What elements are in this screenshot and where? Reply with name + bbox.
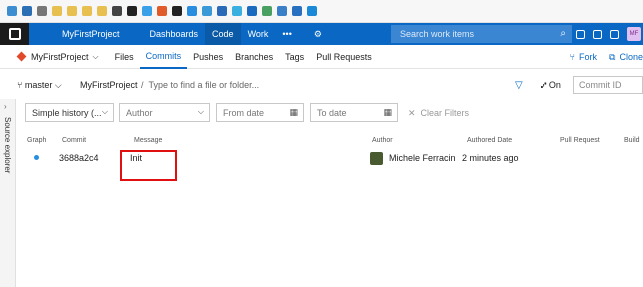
nav-work[interactable]: Work bbox=[241, 23, 276, 45]
bookmark-icon[interactable] bbox=[247, 6, 257, 16]
folder-icon[interactable] bbox=[67, 6, 77, 16]
commit-id-input[interactable]: Commit ID bbox=[573, 76, 643, 94]
path-separator: / bbox=[141, 80, 144, 90]
filter-icon[interactable]: ▽ bbox=[515, 80, 523, 91]
to-date-input[interactable]: To date ▦ bbox=[310, 103, 398, 122]
bookmark-icon[interactable] bbox=[37, 6, 47, 16]
settings-gear-icon[interactable]: ⚙ bbox=[307, 23, 329, 45]
fork-icon[interactable]: ⑂ bbox=[570, 52, 575, 62]
clear-filters-button[interactable]: ✕ Clear Filters bbox=[408, 108, 469, 119]
path-hint: Type to find a file or folder... bbox=[148, 80, 260, 90]
highlight-box bbox=[120, 150, 177, 181]
search-placeholder: Search work items bbox=[400, 29, 475, 39]
chevron-down-icon: ⌵ bbox=[101, 107, 108, 116]
col-author: Author bbox=[372, 137, 393, 144]
source-explorer-panel[interactable]: › Source explorer bbox=[0, 99, 16, 287]
bookmark-icon[interactable] bbox=[292, 6, 302, 16]
clone-button[interactable]: Clone bbox=[619, 52, 643, 62]
graph-dot-icon bbox=[34, 155, 39, 160]
chevron-down-icon: ⌵ bbox=[197, 107, 204, 116]
folder-icon[interactable] bbox=[97, 6, 107, 16]
notifications-icon[interactable] bbox=[610, 29, 619, 39]
clone-icon[interactable]: ⧉ bbox=[609, 52, 615, 63]
from-date-placeholder: From date bbox=[223, 107, 265, 118]
repo-root-link[interactable]: MyFirstProject bbox=[80, 80, 138, 90]
commit-date: 2 minutes ago bbox=[462, 153, 519, 163]
vsts-logo-icon[interactable] bbox=[0, 23, 29, 45]
github-icon[interactable] bbox=[172, 6, 182, 16]
tab-pull-requests[interactable]: Pull Requests bbox=[310, 45, 378, 69]
bookmark-icon[interactable] bbox=[232, 6, 242, 16]
bookmark-icon[interactable] bbox=[277, 6, 287, 16]
col-authored-date: Authored Date bbox=[467, 137, 513, 144]
history-mode-value: Simple history (... bbox=[32, 107, 102, 118]
windows-icon[interactable] bbox=[307, 6, 317, 16]
fork-button[interactable]: Fork bbox=[579, 52, 597, 62]
calendar-icon[interactable]: ▦ bbox=[383, 107, 392, 118]
expand-icon[interactable]: › bbox=[4, 102, 7, 111]
cloud-icon[interactable] bbox=[187, 6, 197, 16]
microsoft-icon[interactable] bbox=[157, 6, 167, 16]
to-date-placeholder: To date bbox=[317, 107, 347, 118]
graph-toggle-label: On bbox=[548, 80, 561, 90]
folder-icon[interactable] bbox=[52, 6, 62, 16]
tab-files[interactable]: Files bbox=[109, 45, 140, 69]
col-graph: Graph bbox=[27, 137, 47, 144]
commits-table-header: Graph Commit Message Author Authored Dat… bbox=[0, 137, 643, 149]
path-row: ⑂ master ⌵ MyFirstProject / Type to find… bbox=[0, 72, 643, 99]
repo-selector[interactable]: MyFirstProject bbox=[31, 52, 89, 62]
bookmark-icon[interactable] bbox=[7, 6, 17, 16]
project-name[interactable]: MyFirstProject bbox=[55, 23, 127, 45]
search-work-items-input[interactable]: Search work items ⌕ bbox=[391, 25, 572, 43]
col-commit: Commit bbox=[62, 137, 87, 144]
nav-dashboards[interactable]: Dashboards bbox=[143, 23, 206, 45]
col-message: Message bbox=[134, 137, 163, 144]
folder-icon[interactable] bbox=[82, 6, 92, 16]
history-mode-select[interactable]: Simple history (... ⌵ bbox=[25, 103, 114, 122]
tab-tags[interactable]: Tags bbox=[279, 45, 310, 69]
author-avatar bbox=[370, 152, 383, 165]
commit-id-link[interactable]: 3688a2c4 bbox=[59, 153, 99, 163]
amazon-icon[interactable] bbox=[112, 6, 122, 16]
col-pull-request: Pull Request bbox=[560, 137, 600, 144]
calendar-icon[interactable]: ▦ bbox=[289, 107, 298, 118]
bookmark-icon[interactable] bbox=[217, 6, 227, 16]
twitter-icon[interactable] bbox=[142, 6, 152, 16]
graph-toggle[interactable]: ⑇ On bbox=[541, 80, 561, 90]
table-row[interactable]: 3688a2c4 Init Michele Ferracin 2 minutes… bbox=[0, 150, 643, 168]
author-placeholder: Author bbox=[126, 107, 153, 118]
col-build: Build bbox=[624, 137, 640, 144]
bookmarks-bar bbox=[0, 0, 643, 23]
help-icon[interactable] bbox=[593, 29, 602, 39]
bookmark-icon[interactable] bbox=[22, 6, 32, 16]
branch-selector[interactable]: ⑂ master ⌵ bbox=[17, 80, 62, 91]
code-subnav: MyFirstProject ⌵ Files Commits Pushes Br… bbox=[0, 45, 643, 69]
nav-more[interactable]: ••• bbox=[275, 23, 298, 45]
nav-code[interactable]: Code bbox=[205, 23, 241, 45]
bookmark-icon[interactable] bbox=[202, 6, 212, 16]
tab-branches[interactable]: Branches bbox=[229, 45, 279, 69]
from-date-input[interactable]: From date ▦ bbox=[216, 103, 304, 122]
git-repo-icon bbox=[16, 51, 27, 62]
search-icon[interactable]: ⌕ bbox=[560, 28, 566, 39]
branch-name: master bbox=[24, 80, 53, 90]
marketplace-icon[interactable] bbox=[576, 29, 585, 39]
user-avatar[interactable]: MF bbox=[627, 27, 641, 41]
tab-commits[interactable]: Commits bbox=[139, 45, 188, 69]
author-filter[interactable]: Author ⌵ bbox=[119, 103, 210, 122]
tab-pushes[interactable]: Pushes bbox=[187, 45, 229, 69]
github-icon[interactable] bbox=[127, 6, 137, 16]
bookmark-icon[interactable] bbox=[262, 6, 272, 16]
chevron-down-icon[interactable]: ⌵ bbox=[93, 52, 99, 62]
path-input[interactable]: / Type to find a file or folder... bbox=[141, 80, 259, 90]
top-navigation: MyFirstProject Dashboards Code Work ••• … bbox=[0, 23, 643, 45]
commit-author: Michele Ferracin bbox=[389, 153, 456, 163]
clear-filters-label: Clear Filters bbox=[420, 108, 470, 118]
